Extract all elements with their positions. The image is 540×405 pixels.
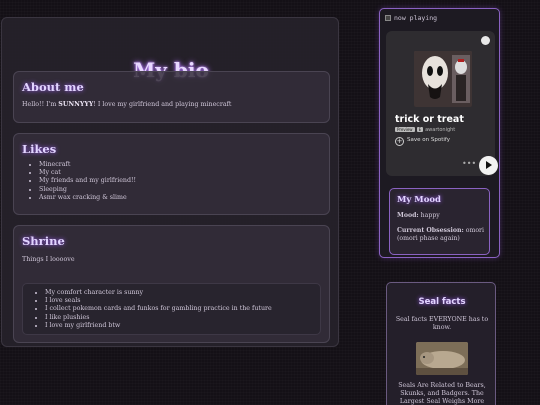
spotify-embed[interactable]: trick or treat Preview Eawartonight + Save… <box>386 31 498 176</box>
track-title[interactable]: trick or treat <box>395 114 464 125</box>
list-item: My friends and my girlfriend!! <box>39 177 136 185</box>
list-item: Asmr wax cracking & slime <box>39 194 136 202</box>
about-card: About me Hello!! I'm SUNNYYY! I love my … <box>13 71 330 123</box>
album-art[interactable] <box>414 51 472 107</box>
list-item: My cat <box>39 169 136 177</box>
mood-heading: My Mood <box>397 195 441 205</box>
seal-facts-body: Seals Are Related to Bears, Skunks, and … <box>398 382 486 405</box>
spotify-logo-icon[interactable] <box>481 36 490 45</box>
list-item: My comfort character is sunny <box>45 289 272 297</box>
shrine-card: Shrine Things I loooove My comfort chara… <box>13 225 330 343</box>
shrine-heading: Shrine <box>22 234 65 248</box>
shrine-intro: Things I loooove <box>22 256 75 263</box>
seal-facts-heading: Seal facts <box>418 297 466 307</box>
bio-panel: My bio About me Hello!! I'm SUNNYYY! I l… <box>1 17 339 347</box>
about-heading: About me <box>22 80 84 94</box>
likes-card: Likes Minecraft My cat My friends and my… <box>13 133 330 215</box>
shrine-list: My comfort character is sunny I love sea… <box>45 289 272 330</box>
mood-line: Mood: happy <box>397 212 487 220</box>
obsession-line: Current Obsession: omori (omori phase ag… <box>397 227 487 243</box>
save-label: Save on Spotify <box>407 137 450 143</box>
now-playing-text: now playing <box>394 14 438 22</box>
broken-image-icon <box>385 15 391 21</box>
artist-name[interactable]: awartonight <box>425 127 455 133</box>
mood-value: happy <box>418 212 440 219</box>
seal-facts-card: Seal facts Seal facts EVERYONE has to kn… <box>386 282 496 405</box>
seal-photo <box>416 342 468 375</box>
likes-heading: Likes <box>22 142 57 156</box>
artist-row: Preview Eawartonight <box>395 127 455 133</box>
likes-list: Minecraft My cat My friends and my girlf… <box>39 161 136 202</box>
seal-facts-intro: Seal facts EVERYONE has to know. <box>395 316 489 331</box>
list-item: Sleeping <box>39 186 136 194</box>
about-name: SUNNYYY <box>58 101 94 108</box>
list-item: I love my girlfriend btw <box>45 322 272 330</box>
album-art-image <box>414 51 472 107</box>
save-on-spotify-button[interactable]: + Save on Spotify <box>395 137 450 146</box>
mood-card: My Mood Mood: happy Current Obsession: o… <box>389 188 490 255</box>
now-playing-label: now playing <box>385 14 437 22</box>
list-item: Minecraft <box>39 161 136 169</box>
shrine-list-box: My comfort character is sunny I love sea… <box>22 283 321 335</box>
explicit-badge: E <box>416 127 424 132</box>
more-options-icon[interactable]: ••• <box>462 159 476 168</box>
preview-badge: Preview <box>395 127 415 132</box>
mood-label: Mood: <box>397 212 419 219</box>
about-text-start: Hello!! I'm <box>22 101 59 108</box>
play-button[interactable] <box>479 156 498 175</box>
plus-icon: + <box>395 137 404 146</box>
obsession-label: Current Obsession: <box>397 227 464 234</box>
about-text-end: ! I love my girlfriend and playing minec… <box>93 101 232 108</box>
list-item: I love seals <box>45 297 272 305</box>
about-text: Hello!! I'm SUNNYYY! I love my girlfrien… <box>22 101 231 109</box>
list-item: I like plushies <box>45 314 272 322</box>
list-item: I collect pokemon cards and funkos for g… <box>45 305 272 313</box>
seal-photo-image <box>416 342 468 375</box>
